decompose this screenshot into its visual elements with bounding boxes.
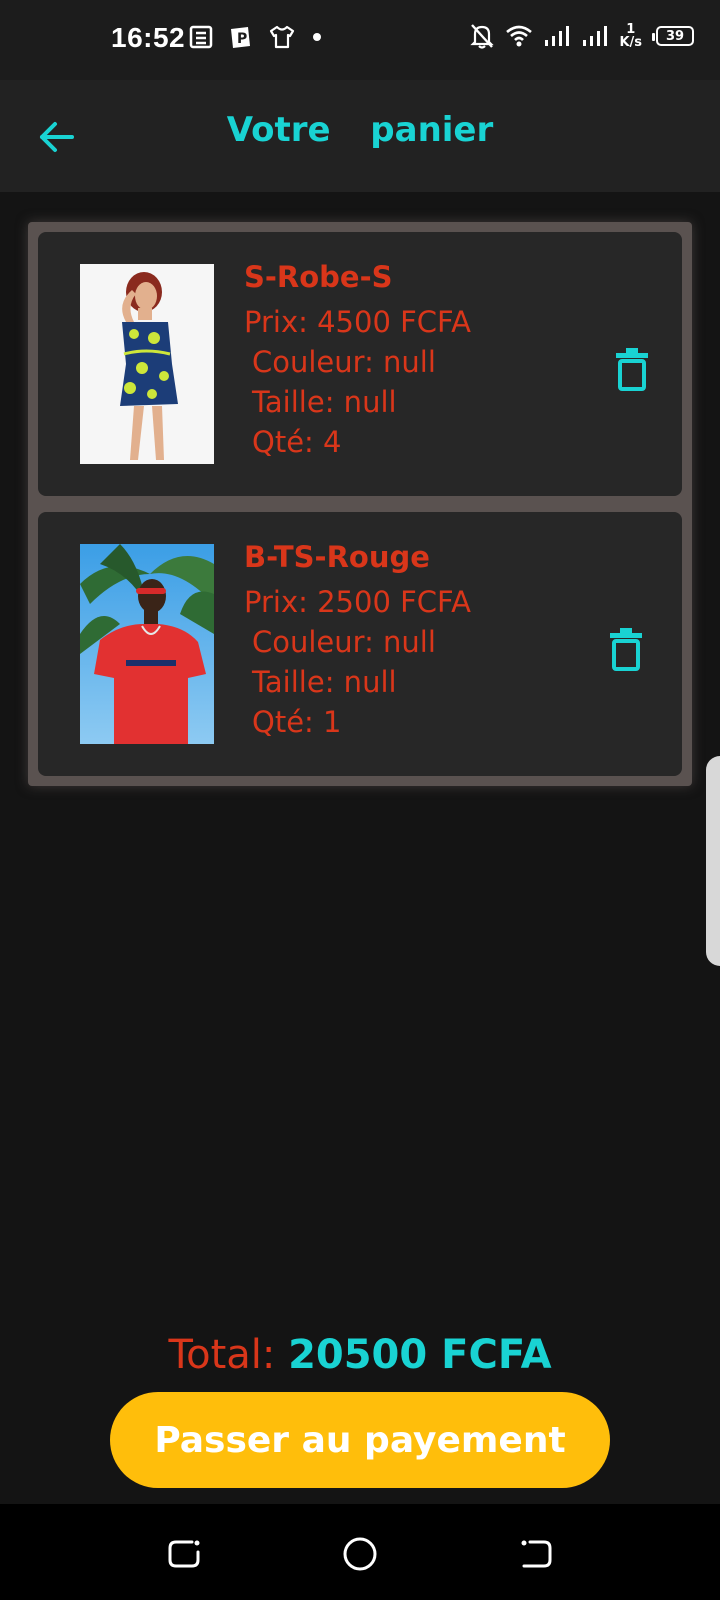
- network-speed-unit: K/s: [619, 35, 642, 50]
- item-color: Couleur: null: [252, 625, 436, 659]
- battery-icon: 39: [652, 26, 694, 46]
- product-image: [80, 544, 214, 744]
- signal-icon: [545, 26, 570, 46]
- item-size: Taille: null: [252, 385, 397, 419]
- svg-text:P: P: [237, 31, 247, 47]
- trash-icon: [610, 628, 642, 671]
- trash-icon: [616, 348, 648, 391]
- recents-button[interactable]: [164, 1534, 204, 1574]
- network-speed: 1 K/s: [619, 23, 642, 49]
- status-time: 16:52: [111, 22, 186, 53]
- status-bar: 16:52 P 1 K/s 39: [0, 0, 720, 80]
- pay-button[interactable]: Passer au payement: [110, 1392, 610, 1488]
- delete-item-button[interactable]: [612, 346, 652, 392]
- battery-level: 39: [665, 28, 685, 44]
- wifi-icon: [506, 25, 533, 47]
- item-name: B-TS-Rouge: [244, 540, 430, 574]
- bell-off-icon: [470, 24, 495, 49]
- item-info: B-TS-Rouge Prix: 2500 FCFA Couleur: null…: [244, 540, 471, 742]
- product-image: [80, 264, 214, 464]
- cart-item[interactable]: S-Robe-S Prix: 4500 FCFA Couleur: null T…: [38, 232, 682, 496]
- home-button[interactable]: [340, 1534, 380, 1574]
- item-quantity: Qté: 4: [252, 425, 342, 459]
- delete-item-button[interactable]: [606, 626, 646, 672]
- item-price: Prix: 4500 FCFA: [244, 305, 471, 339]
- home-circle-icon: [343, 1537, 377, 1571]
- total-value: 20500 FCFA: [288, 1332, 552, 1378]
- total-row: Total: 20500 FCFA: [0, 1332, 720, 1378]
- parking-app-icon: P: [231, 27, 250, 48]
- item-quantity: Qté: 1: [252, 705, 342, 739]
- signal-icon: [583, 26, 608, 46]
- status-left-icons: P: [188, 24, 324, 50]
- system-nav-bar: [0, 1504, 720, 1600]
- item-size: Taille: null: [252, 665, 397, 699]
- back-nav-icon: [521, 1540, 552, 1568]
- cart-item[interactable]: B-TS-Rouge Prix: 2500 FCFA Couleur: null…: [38, 512, 682, 776]
- tshirt-icon: [269, 25, 295, 49]
- page-title: Votre panier: [226, 110, 494, 150]
- recents-icon: [168, 1540, 200, 1568]
- item-price: Prix: 2500 FCFA: [244, 585, 471, 619]
- item-name: S-Robe-S: [244, 260, 393, 294]
- side-panel-handle[interactable]: [706, 756, 720, 966]
- screen: 16:52 P 1 K/s 39 Votre panier S-Robe-S P…: [0, 0, 720, 1600]
- item-info: S-Robe-S Prix: 4500 FCFA Couleur: null T…: [244, 260, 471, 462]
- status-right-icons: 1 K/s 39: [469, 22, 694, 50]
- total-label: Total:: [168, 1332, 289, 1378]
- back-nav-button[interactable]: [516, 1534, 556, 1574]
- cart-list: S-Robe-S Prix: 4500 FCFA Couleur: null T…: [28, 222, 692, 786]
- pay-button-label: Passer au payement: [154, 1419, 566, 1461]
- dot-icon: [313, 33, 321, 41]
- news-icon: [189, 25, 213, 49]
- item-color: Couleur: null: [252, 345, 436, 379]
- app-bar: Votre panier: [0, 80, 720, 192]
